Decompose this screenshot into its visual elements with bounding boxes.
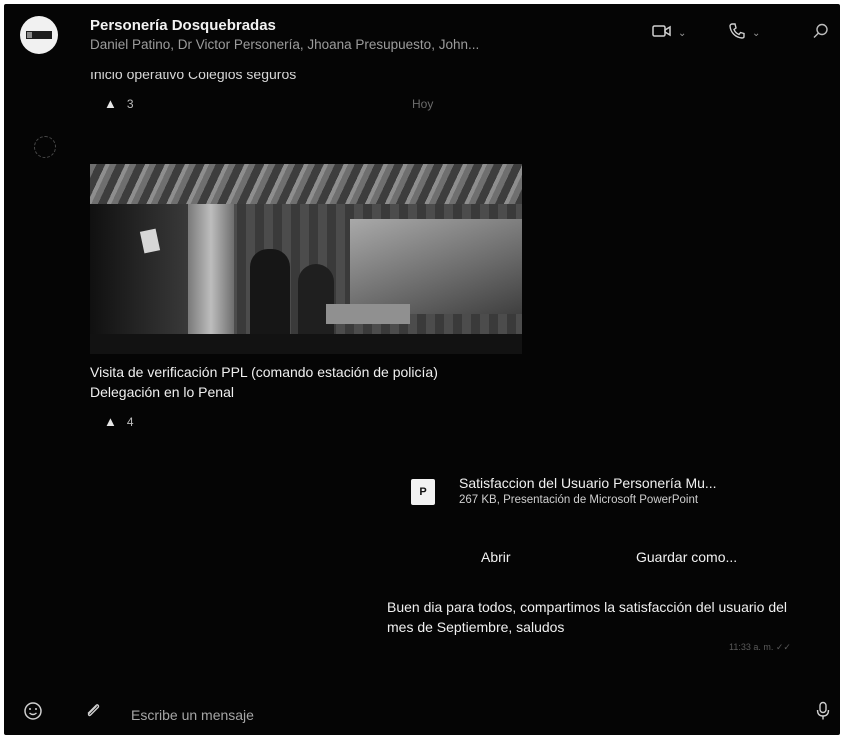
group-logo-mark <box>27 32 32 38</box>
file-name[interactable]: Satisfaccion del Usuario Personería Mu..… <box>459 475 809 491</box>
file-meta: 267 KB, Presentación de Microsoft PowerP… <box>459 494 699 506</box>
photo-shadow <box>90 204 190 354</box>
save-as-button[interactable]: Guardar como... <box>636 549 737 565</box>
chat-title[interactable]: Personería Dosquebradas <box>90 17 276 34</box>
chevron-down-icon: ⌄ <box>752 27 761 39</box>
search-button[interactable] <box>812 22 830 44</box>
photo-sign <box>326 304 410 324</box>
message-time: Hoy <box>412 97 434 111</box>
photo-roof <box>90 164 522 204</box>
thumbs-up-icon: ▲ <box>104 96 117 111</box>
thumbs-up-icon: ▲ <box>104 414 117 429</box>
group-avatar[interactable] <box>20 16 58 54</box>
reaction-count: 4 <box>126 414 134 429</box>
photo-tarp <box>350 219 522 314</box>
message-input[interactable] <box>129 704 693 726</box>
video-call-icon <box>652 23 672 44</box>
message-reaction[interactable]: ▲ 3 <box>104 96 134 111</box>
chat-members[interactable]: Daniel Patino, Dr Victor Personería, Jho… <box>90 37 620 52</box>
photo-column <box>188 204 234 354</box>
video-call-button[interactable]: ⌄ <box>652 22 686 44</box>
microphone-icon <box>815 701 831 726</box>
emoji-button[interactable] <box>22 701 44 726</box>
photo-floor <box>90 334 522 354</box>
message-time: 11:33 a. m. ✓✓ <box>729 642 791 652</box>
sender-avatar[interactable] <box>34 136 56 158</box>
phone-call-icon <box>728 22 746 45</box>
voice-message-button[interactable] <box>812 701 834 726</box>
message-reaction[interactable]: ▲ 4 <box>104 414 134 429</box>
photo-caption: Visita de verificación PPL (comando esta… <box>90 364 438 400</box>
chat-window: Personería Dosquebradas Daniel Patino, D… <box>4 4 840 735</box>
message-text: Inicio operativo Colegios seguros <box>90 66 297 82</box>
message-text: Buen dia para todos, compartimos la sati… <box>387 599 787 635</box>
chat-header: Personería Dosquebradas Daniel Patino, D… <box>4 4 840 66</box>
shared-photo[interactable] <box>90 164 522 354</box>
emoji-icon <box>23 701 43 726</box>
search-icon <box>812 22 830 45</box>
voice-call-button[interactable]: ⌄ <box>728 22 760 44</box>
attach-button[interactable] <box>82 702 104 724</box>
open-file-button[interactable]: Abrir <box>481 549 511 565</box>
powerpoint-file-icon: P <box>411 479 435 505</box>
chevron-down-icon: ⌄ <box>678 27 687 39</box>
paperclip-icon <box>84 702 102 725</box>
reaction-count: 3 <box>126 96 134 111</box>
message-composer <box>4 692 840 735</box>
